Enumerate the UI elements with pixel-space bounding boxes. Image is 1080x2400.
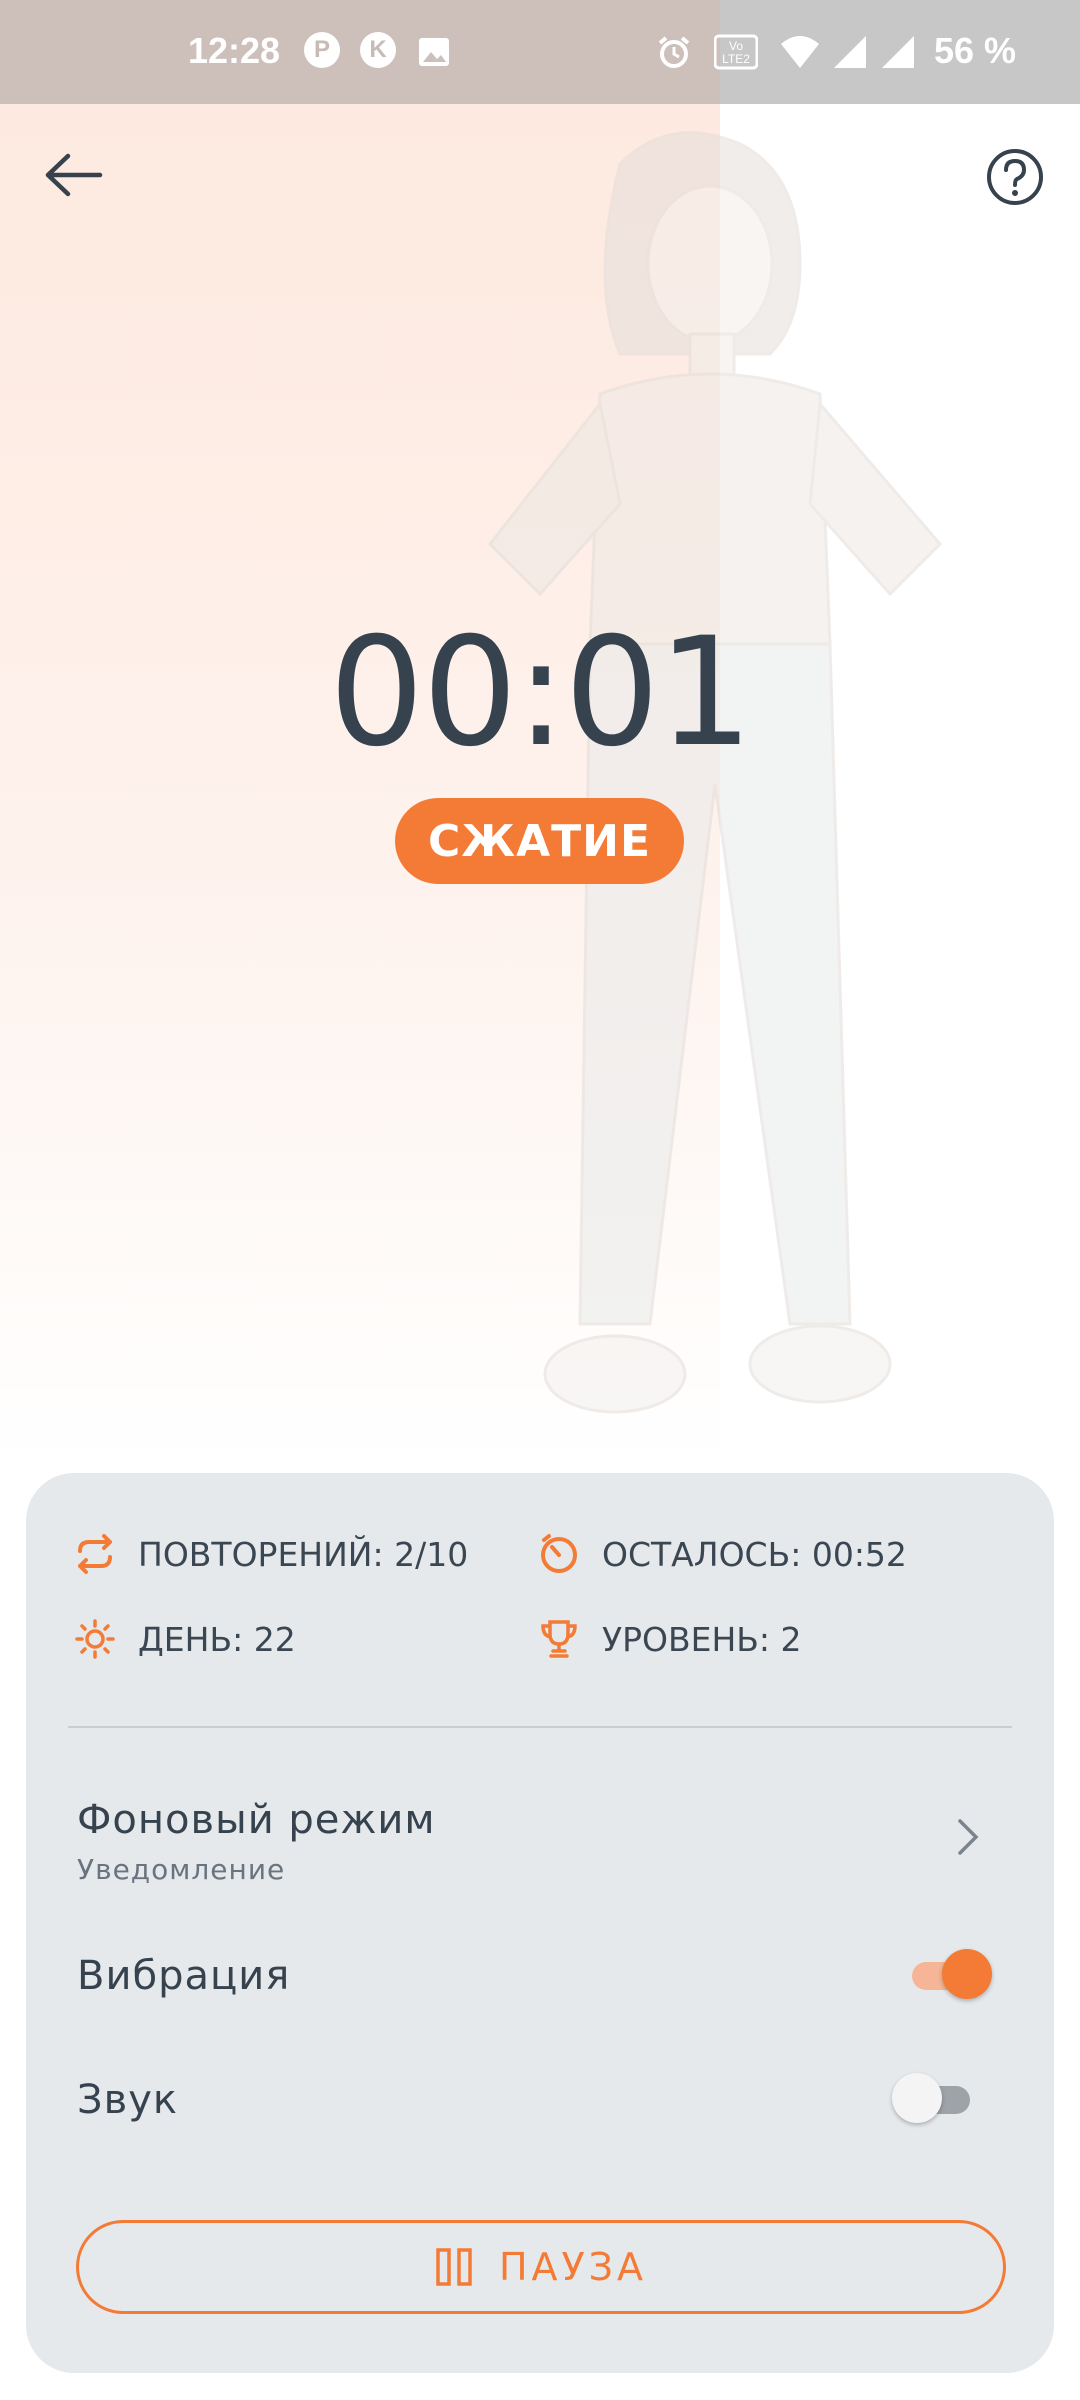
remaining-label: ОСТАЛОСЬ: 00:52 [602, 1534, 907, 1574]
repeats-stat: ПОВТОРЕНИЙ: 2/10 [74, 1533, 468, 1575]
status-time: 12:28 [188, 30, 281, 71]
vibration-label: Вибрация [77, 1953, 291, 1999]
alarm-icon [658, 36, 690, 68]
svg-text:Vo: Vo [729, 39, 743, 53]
arrow-left-icon[interactable] [42, 150, 104, 200]
signal-x-icon [882, 36, 914, 68]
sound-toggle[interactable] [892, 2073, 972, 2123]
level-label: УРОВЕНЬ: 2 [602, 1619, 802, 1659]
training-panel: ПОВТОРЕНИЙ: 2/10 ОСТАЛОСЬ: 00:52 ДЕНЬ: 2… [26, 1473, 1054, 2373]
woman-illustration [487, 131, 943, 1414]
sun-icon [75, 1619, 115, 1659]
phase-badge: СЖАТИЕ [395, 798, 684, 884]
pause-label: ПАУЗА [498, 2245, 648, 2289]
pause-icon [436, 2248, 472, 2286]
repeat-icon [78, 1534, 112, 1574]
level-stat: УРОВЕНЬ: 2 [538, 1618, 802, 1660]
remaining-stat: ОСТАЛОСЬ: 00:52 [538, 1533, 907, 1575]
chevron-right-icon [958, 1819, 979, 1855]
signal-r-icon [834, 36, 866, 68]
timer-icon [541, 1534, 577, 1573]
battery-level: 56 % [934, 30, 1017, 71]
sound-label: Звук [77, 2077, 179, 2123]
background-mode-subtitle: Уведомление [77, 1853, 286, 1886]
hero-area [0, 104, 1080, 1464]
pause-button[interactable]: ПАУЗА [76, 2220, 1006, 2314]
wifi-icon [781, 36, 819, 68]
volte-icon: Vo LTE2 [714, 34, 758, 70]
background-mode-title: Фоновый режим [77, 1797, 436, 1843]
vibration-toggle[interactable] [908, 1949, 992, 1999]
image-icon [419, 38, 449, 66]
day-label: ДЕНЬ: 22 [138, 1619, 296, 1659]
vibration-toggle-knob [942, 1949, 992, 1999]
day-stat: ДЕНЬ: 22 [74, 1618, 296, 1660]
status-bar: 12:28 P K Vo LTE2 56 % [0, 0, 1080, 104]
k-circle-icon: K [360, 32, 396, 68]
repeats-label: ПОВТОРЕНИЙ: 2/10 [138, 1534, 469, 1574]
question-circle-icon[interactable] [986, 148, 1044, 206]
p-circle-icon: P [304, 32, 340, 68]
timer-display: 00:01 [328, 606, 753, 780]
trophy-icon [541, 1620, 577, 1658]
svg-text:LTE2: LTE2 [722, 52, 750, 66]
sound-toggle-knob [892, 2073, 942, 2123]
divider [68, 1726, 1012, 1728]
